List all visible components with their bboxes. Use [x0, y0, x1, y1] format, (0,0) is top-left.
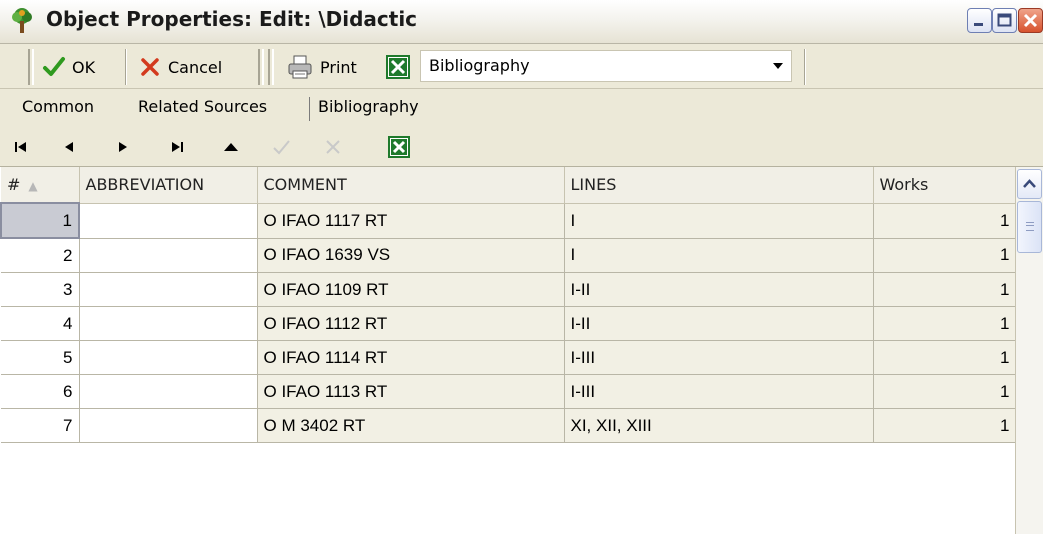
record-nav-toolbar	[0, 127, 1043, 167]
column-header-abbreviation[interactable]: ABBREVIATION	[79, 167, 258, 204]
tab-common[interactable]: Common	[22, 97, 94, 116]
print-label: Print	[320, 57, 357, 77]
last-record-icon[interactable]	[166, 136, 188, 158]
row-number-cell[interactable]: 3	[1, 272, 80, 307]
abbreviation-cell[interactable]	[79, 272, 258, 307]
abbreviation-cell[interactable]	[79, 306, 258, 341]
cancel-edit-icon[interactable]	[322, 136, 344, 158]
title-bar[interactable]: Object Properties: Edit: \Didactic	[0, 0, 1043, 44]
toolbar-separator	[125, 49, 127, 85]
export-excel-icon[interactable]	[388, 136, 410, 158]
grip-lines-icon	[1026, 222, 1034, 231]
comment-cell[interactable]: O IFAO 1117 RT	[257, 203, 565, 239]
first-record-icon[interactable]	[10, 136, 32, 158]
works-cell[interactable]: 1	[873, 306, 1017, 341]
maximize-button[interactable]	[992, 8, 1017, 33]
abbreviation-cell[interactable]	[79, 238, 258, 273]
scroll-up-button[interactable]	[1017, 169, 1042, 199]
previous-record-icon[interactable]	[58, 136, 80, 158]
abbreviation-cell[interactable]	[79, 408, 258, 443]
lines-cell[interactable]: XI, XII, XIII	[564, 408, 874, 443]
works-cell[interactable]: 1	[873, 408, 1017, 443]
tab-strip: Common Related Sources Bibliography	[0, 89, 1043, 127]
excel-icon[interactable]	[386, 55, 410, 79]
close-button[interactable]	[1018, 8, 1043, 33]
maximize-icon	[997, 13, 1012, 27]
chevron-down-icon[interactable]	[773, 63, 783, 69]
tab-separator	[309, 97, 310, 121]
chevron-up-icon	[1023, 179, 1036, 188]
table-row[interactable]: 2 O IFAO 1639 VS I 1	[1, 238, 1017, 273]
lines-cell[interactable]: I-II	[564, 272, 874, 307]
ok-button[interactable]: OK	[42, 49, 95, 85]
abbreviation-cell[interactable]	[79, 203, 258, 239]
next-record-icon[interactable]	[112, 136, 134, 158]
comment-cell[interactable]: O M 3402 RT	[257, 408, 565, 443]
lines-cell[interactable]: I-II	[564, 306, 874, 341]
move-up-icon[interactable]	[220, 136, 242, 158]
toolbar-separator	[804, 49, 806, 85]
works-cell[interactable]: 1	[873, 340, 1017, 375]
works-cell[interactable]: 1	[873, 238, 1017, 273]
toolbar-grip[interactable]	[268, 49, 274, 85]
works-cell[interactable]: 1	[873, 374, 1017, 409]
lines-cell[interactable]: I-III	[564, 374, 874, 409]
row-number-cell[interactable]: 4	[1, 306, 80, 341]
row-number-cell[interactable]: 1	[0, 202, 80, 239]
comment-cell[interactable]: O IFAO 1639 VS	[257, 238, 565, 273]
print-button[interactable]: Print	[286, 49, 357, 85]
table-row[interactable]: 1O IFAO 1117 RT I 1	[0, 202, 1017, 239]
app-tree-icon	[12, 8, 32, 33]
lines-cell[interactable]: I-III	[564, 340, 874, 375]
check-icon	[43, 57, 65, 76]
row-number-cell[interactable]: 5	[1, 340, 80, 375]
data-table: # ▲ ABBREVIATION COMMENT LINES Works 1 O I…	[0, 167, 1017, 443]
toolbar-grip[interactable]	[28, 49, 34, 85]
works-cell[interactable]: 1	[873, 203, 1017, 239]
table-row[interactable]: 6 O IFAO 1113 RT I-III 1	[1, 374, 1017, 409]
abbreviation-cell[interactable]	[79, 374, 258, 409]
window-title: Object Properties: Edit: \Didactic	[46, 7, 418, 31]
report-select-value: Bibliography	[429, 56, 530, 75]
column-header-comment[interactable]: COMMENT	[257, 167, 565, 204]
report-select[interactable]: Bibliography	[420, 50, 792, 82]
printer-icon	[288, 55, 312, 79]
row-number-cell[interactable]: 7	[1, 408, 80, 443]
main-toolbar: OK Cancel Print Bibliography	[0, 44, 1043, 89]
sort-ascending-icon: ▲	[28, 179, 38, 193]
related-sources-grid: # ▲ ABBREVIATION COMMENT LINES Works 1 O I…	[0, 167, 1043, 534]
vertical-scrollbar[interactable]	[1015, 167, 1043, 534]
tab-bibliography[interactable]: Bibliography	[318, 97, 419, 116]
column-header-works[interactable]: Works	[873, 167, 1017, 204]
row-number-cell[interactable]: 2	[1, 238, 80, 273]
tab-related-sources[interactable]: Related Sources	[138, 97, 267, 116]
lines-cell[interactable]: I	[564, 238, 874, 273]
scrollbar-thumb[interactable]	[1017, 201, 1042, 253]
row-number-cell[interactable]: 6	[1, 374, 80, 409]
confirm-check-icon[interactable]	[270, 136, 292, 158]
comment-cell[interactable]: O IFAO 1114 RT	[257, 340, 565, 375]
lines-cell[interactable]: I	[564, 203, 874, 239]
cancel-x-icon	[141, 58, 159, 76]
minimize-button[interactable]	[967, 8, 992, 33]
table-row[interactable]: 4 O IFAO 1112 RT I-II 1	[1, 306, 1017, 341]
ok-label: OK	[72, 57, 96, 77]
column-header-lines[interactable]: LINES	[564, 167, 874, 204]
cancel-label: Cancel	[168, 57, 223, 77]
column-header-number[interactable]: # ▲	[1, 167, 80, 204]
comment-cell[interactable]: O IFAO 1113 RT	[257, 374, 565, 409]
header-row: # ▲ ABBREVIATION COMMENT LINES Works	[1, 167, 1017, 204]
toolbar-grip[interactable]	[258, 49, 264, 85]
cancel-button[interactable]: Cancel	[138, 49, 222, 85]
works-cell[interactable]: 1	[873, 272, 1017, 307]
comment-cell[interactable]: O IFAO 1109 RT	[257, 272, 565, 307]
table-row[interactable]: 3 O IFAO 1109 RT I-II 1	[1, 272, 1017, 307]
minimize-icon	[974, 23, 983, 26]
table-row[interactable]: 7 O M 3402 RT XI, XII, XIII 1	[1, 408, 1017, 443]
object-properties-window: Object Properties: Edit: \Didactic OK Ca…	[0, 0, 1043, 534]
close-icon	[1023, 13, 1038, 28]
comment-cell[interactable]: O IFAO 1112 RT	[257, 306, 565, 341]
abbreviation-cell[interactable]	[79, 340, 258, 375]
table-row[interactable]: 5 O IFAO 1114 RT I-III 1	[1, 340, 1017, 375]
